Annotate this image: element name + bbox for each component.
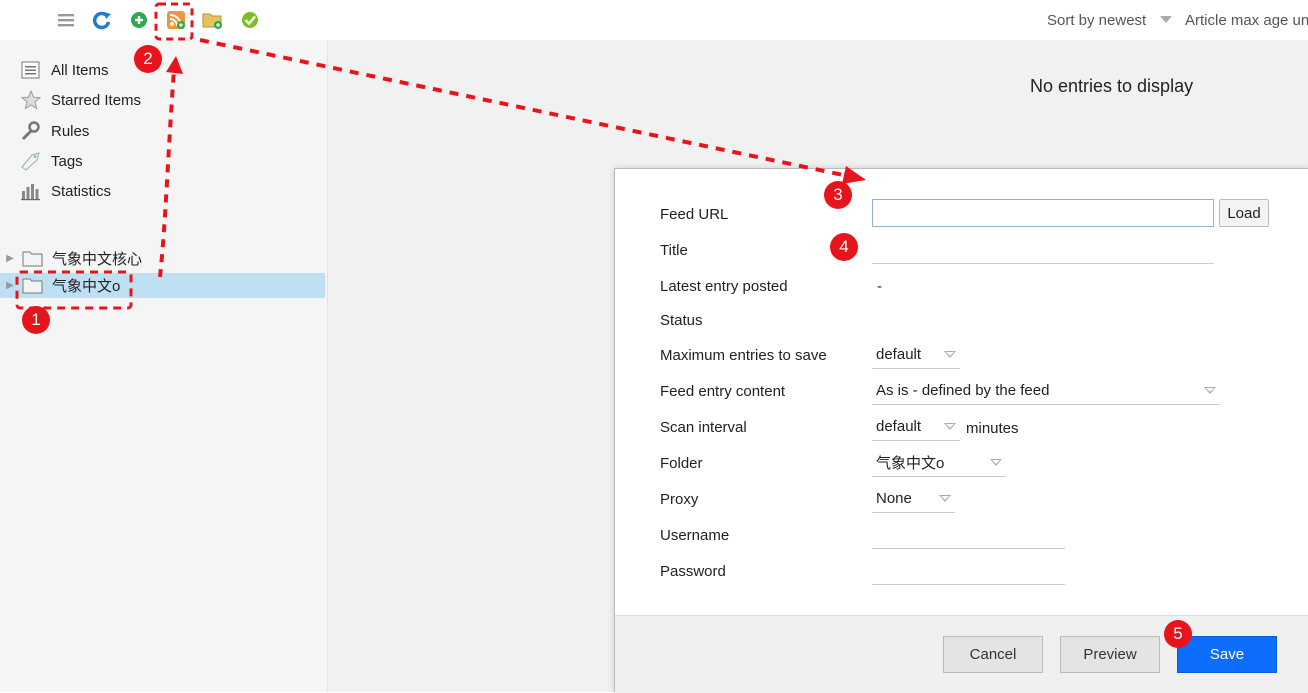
step-badge: 5	[1164, 620, 1192, 648]
sidebar: All Items Starred Items Rules Tags Stati…	[0, 40, 328, 692]
status-label: Status	[660, 312, 703, 329]
sort-label[interactable]: Sort by newest	[1047, 12, 1146, 29]
feed-url-label: Feed URL	[660, 206, 729, 223]
scan-interval-value: default	[876, 418, 922, 435]
chevron-down-icon	[1204, 387, 1216, 394]
load-button[interactable]: Load	[1219, 199, 1269, 227]
star-icon	[20, 89, 42, 110]
step-badge: 2	[134, 45, 162, 73]
sidebar-item-rules[interactable]: Rules	[20, 119, 89, 143]
step-badge: 1	[22, 306, 50, 334]
scan-interval-select[interactable]: default	[872, 413, 960, 441]
chevron-down-icon	[944, 351, 956, 358]
max-entries-label: Maximum entries to save	[660, 347, 827, 364]
sidebar-item-tags[interactable]: Tags	[20, 149, 83, 173]
folder-icon	[22, 251, 44, 267]
proxy-select[interactable]: None	[872, 485, 955, 513]
password-label: Password	[660, 563, 726, 580]
chevron-down-icon	[944, 423, 956, 430]
save-button[interactable]: Save	[1177, 636, 1277, 673]
folder-label: 气象中文核心	[52, 251, 143, 268]
entry-content-label: Feed entry content	[660, 383, 786, 400]
proxy-value: None	[876, 490, 912, 507]
max-entries-select[interactable]: default	[872, 341, 960, 369]
sidebar-item-label: Statistics	[51, 182, 112, 200]
entry-content-select[interactable]: As is - defined by the feed	[872, 377, 1220, 405]
sidebar-item-label: All Items	[51, 61, 109, 79]
password-input[interactable]	[872, 557, 1065, 585]
latest-entry-label: Latest entry posted	[660, 278, 788, 295]
feed-url-input[interactable]	[872, 199, 1214, 227]
folder-icon	[22, 278, 44, 294]
username-input[interactable]	[872, 521, 1065, 549]
username-label: Username	[660, 527, 730, 544]
folder-row-selected[interactable]: ▶ 气象中文o	[0, 273, 325, 298]
proxy-label: Proxy	[660, 491, 699, 508]
expand-arrow-icon[interactable]: ▶	[0, 253, 20, 264]
tag-icon	[20, 151, 42, 171]
article-age-label[interactable]: Article max age un	[1185, 12, 1308, 29]
step-badge: 4	[830, 233, 858, 261]
expand-arrow-icon[interactable]: ▶	[0, 280, 20, 291]
folder-label: Folder	[660, 455, 703, 472]
entry-content-value: As is - defined by the feed	[876, 382, 1050, 399]
scan-interval-unit: minutes	[966, 420, 1019, 437]
sidebar-item-label: Rules	[51, 122, 90, 140]
folder-row[interactable]: ▶ 气象中文核心	[0, 246, 325, 271]
add-feed-dialog: Feed URL Load Title Latest entry posted …	[614, 168, 1308, 693]
max-entries-value: default	[876, 346, 922, 363]
chevron-down-icon	[939, 495, 951, 502]
list-icon	[20, 60, 42, 80]
sidebar-item-statistics[interactable]: Statistics	[20, 179, 111, 203]
step-badge: 3	[824, 181, 852, 209]
scan-interval-label: Scan interval	[660, 419, 747, 436]
dialog-footer: Cancel Preview Save	[615, 615, 1308, 693]
preview-button[interactable]: Preview	[1060, 636, 1160, 673]
sidebar-item-label: Starred Items	[51, 91, 142, 109]
refresh-icon[interactable]	[92, 10, 112, 30]
chevron-down-icon	[990, 459, 1002, 466]
toolbar: Sort by newest Article max age un	[0, 0, 1308, 40]
folder-select[interactable]: 气象中文o	[872, 449, 1006, 477]
title-input[interactable]	[872, 236, 1214, 264]
folder-label: 气象中文o	[52, 278, 121, 295]
wrench-icon	[20, 121, 42, 141]
rss-feed-icon[interactable]	[166, 10, 186, 30]
title-label: Title	[660, 242, 688, 259]
mark-read-icon[interactable]	[240, 10, 260, 30]
latest-entry-value: -	[877, 278, 882, 295]
add-icon[interactable]	[129, 10, 149, 30]
folder-value: 气象中文o	[876, 455, 945, 472]
empty-message: No entries to display	[1030, 76, 1194, 96]
sidebar-item-starred-items[interactable]: Starred Items	[20, 88, 141, 112]
sidebar-item-all-items[interactable]: All Items	[20, 58, 109, 82]
add-folder-icon[interactable]	[202, 10, 222, 30]
menu-icon[interactable]	[56, 10, 76, 30]
sidebar-item-label: Tags	[51, 152, 83, 170]
cancel-button[interactable]: Cancel	[943, 636, 1043, 673]
bar-chart-icon	[20, 181, 42, 201]
chevron-down-icon[interactable]	[1160, 16, 1172, 23]
